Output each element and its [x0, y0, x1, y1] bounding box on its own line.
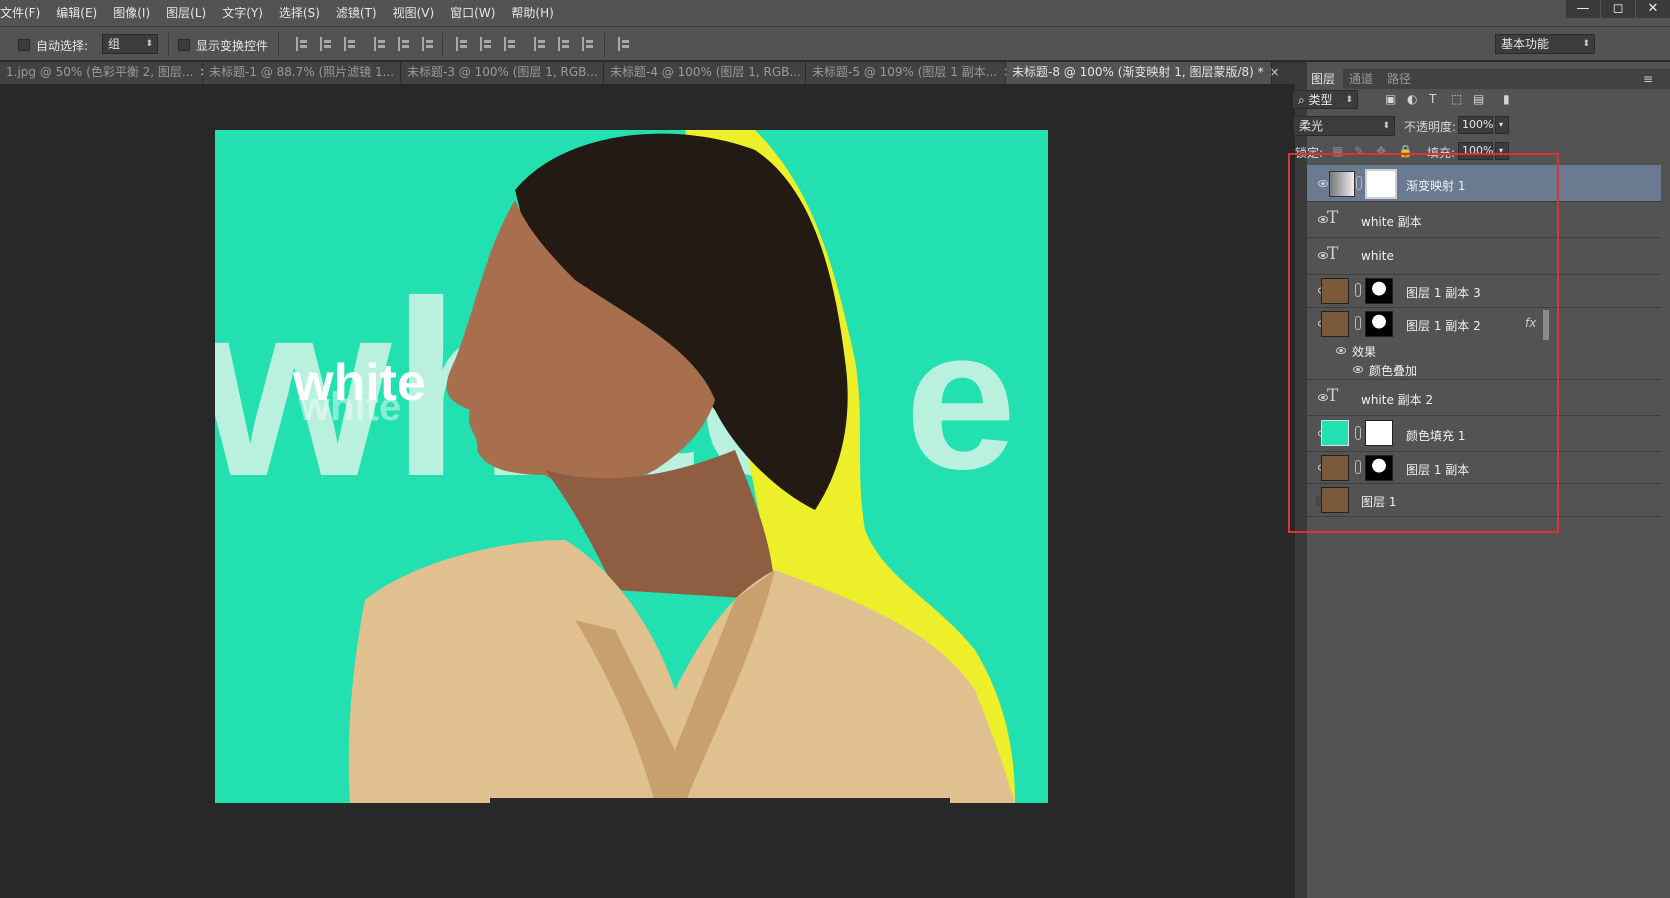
chevron-updown-icon: ⬍ [1345, 95, 1353, 105]
layer-filter-value: 类型 [1308, 93, 1333, 107]
separator [442, 33, 443, 57]
document-canvas[interactable]: white white white e [215, 130, 1048, 803]
distribute-top-icon[interactable] [456, 37, 470, 51]
filter-shape-icon[interactable]: ⬚ [1451, 92, 1462, 106]
auto-select-label: 自动选择: [36, 39, 89, 53]
tab-document-1[interactable]: 1.jpg @ 50% (色彩平衡 2, 图层...× [0, 62, 209, 84]
menu-select[interactable]: 选择(S) [271, 0, 328, 26]
minimize-button[interactable]: — [1566, 0, 1600, 18]
distribute-bottom-icon[interactable] [504, 37, 518, 51]
workspace-value: 基本功能 [1501, 37, 1550, 51]
tab-document-active[interactable]: 未标题-8 @ 100% (渐变映射 1, 图层蒙版/8) * × [1006, 62, 1280, 84]
canvas-artwork: white white white e [215, 130, 1016, 803]
tab-document-2[interactable]: 未标题-1 @ 88.7% (照片滤镜 1...× [203, 62, 410, 84]
opacity-label: 不透明度: [1404, 120, 1457, 134]
restore-button[interactable]: ◻ [1601, 0, 1635, 18]
menu-layer[interactable]: 图层(L) [158, 0, 214, 26]
filter-adjustment-icon[interactable]: ◐ [1407, 92, 1417, 106]
auto-select-value: 组 [108, 37, 121, 51]
close-icon[interactable]: × [1270, 65, 1280, 79]
tab-label: 未标题-4 @ 100% (图层 1, RGB... [610, 65, 801, 79]
opacity-input[interactable]: 100% [1458, 116, 1493, 134]
menu-view[interactable]: 视图(V) [385, 0, 443, 26]
align-bottom-icon[interactable] [344, 37, 358, 51]
menu-file[interactable]: 文件(F) [0, 0, 48, 26]
filter-smart-object-icon[interactable]: ▤ [1473, 92, 1484, 106]
separator [604, 33, 605, 57]
tab-channels[interactable]: 通道 [1345, 69, 1381, 89]
small-white-text-shadow: white [298, 385, 401, 429]
menu-image[interactable]: 图像(I) [105, 0, 158, 26]
separator [278, 33, 279, 57]
menu-type[interactable]: 文字(Y) [214, 0, 271, 26]
distribute-left-icon[interactable] [534, 37, 548, 51]
tab-paths[interactable]: 路径 [1383, 69, 1419, 89]
workspace-dropdown[interactable]: 基本功能 ⬍ [1495, 34, 1595, 54]
search-icon: ⌕ [1298, 93, 1309, 107]
panel-tab-bar: 图层 通道 路径 ≡ [1307, 69, 1670, 89]
tab-layers[interactable]: 图层 [1307, 69, 1343, 89]
align-vcenter-icon[interactable] [320, 37, 334, 51]
filter-toggle-icon[interactable]: ▮ [1503, 92, 1510, 106]
tab-label: 1.jpg @ 50% (色彩平衡 2, 图层... [6, 65, 194, 79]
close-window-button[interactable]: ✕ [1636, 0, 1670, 18]
options-bar: 自动选择: 组 ⬍ 显示变换控件 基本功能 ⬍ [0, 26, 1670, 61]
show-transform-checkbox[interactable] [178, 39, 190, 51]
filter-type-icon[interactable]: T [1429, 92, 1436, 106]
distribute-vcenter-icon[interactable] [480, 37, 494, 51]
auto-align-icon[interactable] [618, 37, 632, 51]
align-top-icon[interactable] [296, 37, 310, 51]
tab-document-5[interactable]: 未标题-5 @ 109% (图层 1 副本...× [806, 62, 1013, 84]
menu-filter[interactable]: 滤镜(T) [328, 0, 385, 26]
panel-menu-icon[interactable]: ≡ [1639, 69, 1657, 89]
document-tab-bar: 1.jpg @ 50% (色彩平衡 2, 图层...× 未标题-1 @ 88.7… [0, 62, 1295, 84]
distribute-hcenter-icon[interactable] [558, 37, 572, 51]
menu-window[interactable]: 窗口(W) [442, 0, 503, 26]
filter-pixel-icon[interactable]: ▣ [1385, 92, 1396, 106]
auto-select-checkbox[interactable] [18, 39, 30, 51]
auto-select-dropdown[interactable]: 组 ⬍ [102, 34, 158, 54]
chevron-updown-icon: ⬍ [1582, 39, 1590, 49]
tab-label: 未标题-3 @ 100% (图层 1, RGB... [407, 65, 598, 79]
distribute-right-icon[interactable] [582, 37, 596, 51]
blend-mode-value: 柔光 [1299, 119, 1324, 133]
opacity-slider-toggle[interactable]: ▾ [1495, 116, 1509, 134]
menu-help[interactable]: 帮助(H) [503, 0, 561, 26]
chevron-updown-icon: ⬍ [1382, 121, 1390, 131]
align-right-icon[interactable] [422, 37, 436, 51]
align-hcenter-icon[interactable] [398, 37, 412, 51]
tab-label: 未标题-1 @ 88.7% (照片滤镜 1... [209, 65, 395, 79]
tab-label: 未标题-8 @ 100% (渐变映射 1, 图层蒙版/8) * [1012, 65, 1264, 79]
separator [168, 33, 169, 57]
layer-filter-dropdown[interactable]: ⌕ 类型 ⬍ [1292, 90, 1358, 109]
menu-bar: 文件(F) 编辑(E) 图像(I) 图层(L) 文字(Y) 选择(S) 滤镜(T… [0, 0, 1670, 26]
blend-mode-dropdown[interactable]: 柔光 ⬍ [1293, 116, 1395, 136]
highlight-box [1288, 153, 1559, 533]
tab-document-3[interactable]: 未标题-3 @ 100% (图层 1, RGB...× [401, 62, 614, 84]
big-e-text: e [905, 288, 1016, 511]
menu-edit[interactable]: 编辑(E) [48, 0, 105, 26]
tab-document-4[interactable]: 未标题-4 @ 100% (图层 1, RGB...× [604, 62, 817, 84]
chevron-updown-icon: ⬍ [145, 39, 153, 49]
show-transform-label: 显示变换控件 [196, 39, 269, 53]
canvas-scroll-hint [490, 798, 950, 803]
align-left-icon[interactable] [374, 37, 388, 51]
tab-label: 未标题-5 @ 109% (图层 1 副本... [812, 65, 998, 79]
